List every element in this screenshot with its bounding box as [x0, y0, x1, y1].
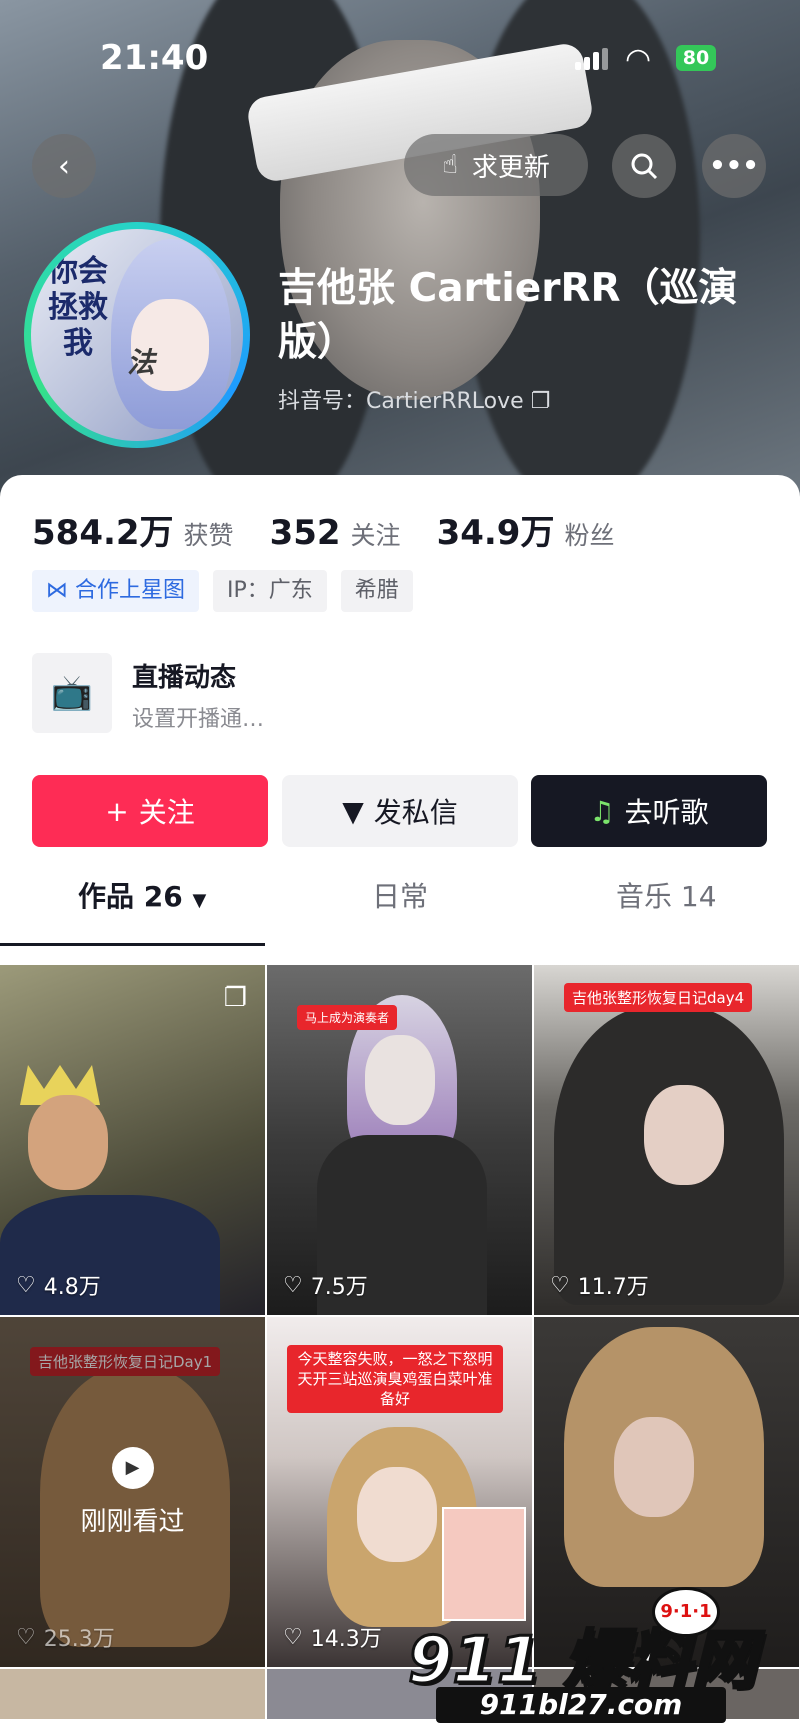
video-banner: 马上成为演奏者 — [297, 1005, 398, 1030]
following-label[interactable]: 关注 — [351, 516, 401, 552]
video-thumbnail[interactable]: 马上成为演奏者 ♡ 7.5万 — [267, 965, 532, 1315]
heart-icon: ♡ — [16, 1624, 36, 1650]
follow-button[interactable]: + 关注 — [32, 775, 268, 847]
tab-underline — [0, 943, 265, 946]
likes-count: ♡ 25.3万 — [16, 1624, 115, 1653]
plus-icon: + — [105, 794, 129, 828]
video-thumbnail[interactable] — [0, 1669, 265, 1719]
chevron-left-icon: ‹ — [58, 148, 70, 184]
watermark-url: 911bl27.com — [436, 1687, 726, 1723]
douyin-id[interactable]: 抖音号：CartierRRLove ❐ — [278, 383, 550, 415]
search-button[interactable] — [612, 134, 676, 198]
avatar-caption: 你会拯救我 — [48, 254, 108, 361]
avatar-caption-2: 法 — [127, 346, 156, 379]
multi-image-icon: ❐ — [223, 983, 247, 1013]
more-button[interactable]: ••• — [702, 134, 766, 198]
caret-down-icon: ▼ — [192, 890, 207, 911]
battery-indicator: 80 — [676, 45, 716, 71]
tab-daily[interactable]: 日常 — [372, 875, 428, 915]
request-update-label: 求更新 — [471, 152, 550, 183]
likes-count: ♡ 14.3万 — [283, 1624, 382, 1653]
status-bar: 21:40 ◠ 80 — [0, 0, 800, 110]
tag-star-map[interactable]: ⋈ 合作上星图 — [32, 570, 200, 612]
fans-label[interactable]: 粉丝 — [564, 516, 614, 552]
profile-name: 吉他张 CartierRR（巡演版） — [278, 266, 738, 365]
request-update-button[interactable]: ☝ 求更新 — [404, 134, 588, 196]
following-count[interactable]: 352 — [270, 513, 341, 553]
video-thumbnail[interactable]: 吉他张整形恢复日记Day1 ▶ 刚刚看过 ♡ 25.3万 — [0, 1317, 265, 1667]
tag-row: ⋈ 合作上星图 IP：广东 希腊 — [32, 570, 413, 612]
likes-count: ♡ 4.8万 — [16, 1272, 101, 1301]
hand-point-icon: ☝ — [442, 150, 458, 180]
message-button[interactable]: ▼ 发私信 — [282, 775, 518, 847]
stats-row: 584.2万 获赞 352 关注 34.9万 粉丝 — [32, 505, 650, 554]
live-subtitle[interactable]: 设置开播通… — [132, 701, 264, 733]
video-thumbnail[interactable]: 吉他张整形恢复日记day4 ♡ 11.7万 — [534, 965, 799, 1315]
status-time: 21:40 — [100, 38, 209, 78]
star-map-icon: ⋈ — [46, 578, 68, 603]
likes-count: ♡ 7.5万 — [283, 1272, 368, 1301]
live-title[interactable]: 直播动态 — [132, 657, 236, 694]
video-thumbnail[interactable]: ❐ ♡ 4.8万 — [0, 965, 265, 1315]
wifi-icon: ◠ — [625, 42, 652, 77]
signal-icon — [575, 48, 611, 74]
heart-icon: ♡ — [16, 1272, 36, 1298]
send-icon: ▼ — [342, 794, 364, 828]
copy-icon: ❐ — [530, 389, 551, 414]
more-dots-icon: ••• — [709, 151, 759, 181]
video-banner: 吉他张整形恢复日记day4 — [564, 983, 753, 1012]
tab-works[interactable]: 作品 26 ▼ — [78, 875, 206, 915]
heart-icon: ♡ — [550, 1272, 570, 1298]
play-icon: ▶ — [111, 1446, 154, 1489]
tab-music[interactable]: 音乐 14 — [616, 875, 717, 915]
recently-watched-label: 刚刚看过 — [80, 1506, 185, 1537]
fans-count[interactable]: 34.9万 — [437, 505, 555, 554]
back-button[interactable]: ‹ — [32, 134, 96, 198]
tag-ip-location: IP：广东 — [213, 570, 327, 612]
watermark-badge: 9·1·1 — [652, 1587, 720, 1637]
heart-icon: ♡ — [283, 1272, 303, 1298]
tv-icon[interactable]: 📺 — [32, 653, 112, 733]
heart-icon: ♡ — [283, 1624, 303, 1650]
search-icon — [631, 153, 658, 180]
likes-count: ♡ 11.7万 — [550, 1272, 649, 1301]
avatar[interactable]: 你会拯救我 法 — [24, 222, 250, 448]
video-banner: 今天整容失败，一怒之下怒明天开三站巡演臭鸡蛋白菜叶准备好 — [287, 1345, 503, 1413]
profile-content: 584.2万 获赞 352 关注 34.9万 粉丝 ⋈ 合作上星图 IP：广东 … — [0, 475, 800, 1735]
content-tabs: 作品 26 ▼ 日常 音乐 14 — [0, 875, 800, 946]
watermark-logo: 911 爆料网 9·1·1 911bl27.com — [388, 1587, 788, 1725]
music-button[interactable]: ♫ 去听歌 — [531, 775, 767, 847]
music-note-icon: ♫ — [589, 794, 615, 828]
tag-country: 希腊 — [340, 570, 413, 612]
recently-watched-overlay: ▶ 刚刚看过 — [0, 1317, 265, 1667]
likes-count: 584.2万 — [32, 513, 174, 553]
likes-label: 获赞 — [183, 521, 234, 550]
